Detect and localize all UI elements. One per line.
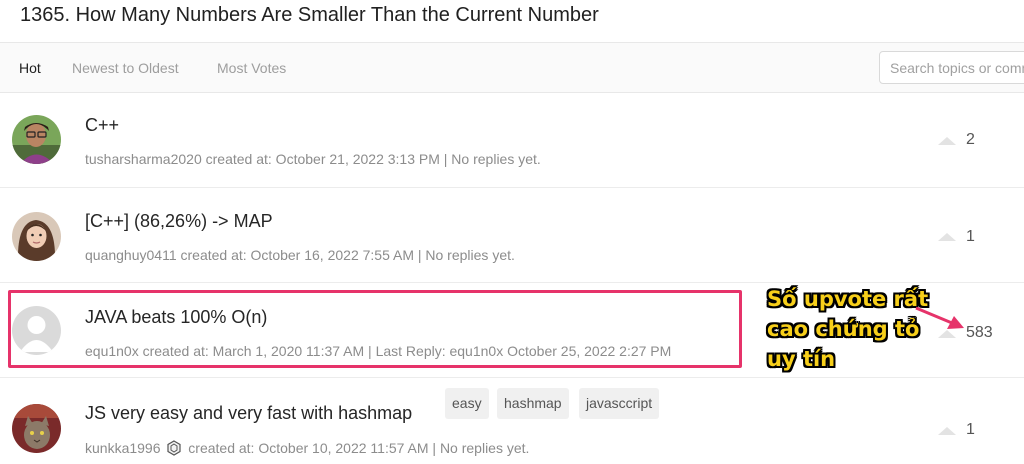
topic-row: C++ tusharsharma2020 created at: October… — [0, 93, 1024, 188]
author-link[interactable]: quanghuy0411 — [85, 247, 177, 263]
topic-title[interactable]: JS very easy and very fast with hashmap — [85, 403, 412, 424]
topic-meta: quanghuy0411 created at: October 16, 202… — [85, 247, 515, 263]
author-link[interactable]: tusharsharma2020 — [85, 151, 202, 167]
tab-newest-to-oldest[interactable]: Newest to Oldest — [72, 60, 179, 76]
topic-title[interactable]: JAVA beats 100% O(n) — [85, 307, 267, 328]
author-link[interactable]: equ1n0x — [85, 343, 139, 359]
topic-title[interactable]: [C++] (86,26%) -> MAP — [85, 211, 273, 232]
vote-count: 2 — [966, 131, 975, 148]
avatar[interactable] — [12, 404, 61, 453]
topic-meta: tusharsharma2020 created at: October 21,… — [85, 151, 541, 167]
vote-count: 583 — [966, 324, 993, 341]
topic-row: JS very easy and very fast with hashmap … — [0, 378, 1024, 464]
tab-most-votes[interactable]: Most Votes — [217, 60, 286, 76]
avatar[interactable] — [12, 306, 61, 355]
avatar[interactable] — [12, 212, 61, 261]
topic-title[interactable]: C++ — [85, 115, 119, 136]
upvote-icon[interactable] — [938, 137, 956, 145]
tag-easy[interactable]: easy — [445, 388, 489, 419]
topic-row: [C++] (86,26%) -> MAP quanghuy0411 creat… — [0, 188, 1024, 283]
topic-meta: equ1n0x created at: March 1, 2020 11:37 … — [85, 343, 671, 359]
topic-meta-text: created at: October 10, 2022 11:57 AM | … — [188, 440, 530, 456]
topic-meta-text: created at: October 16, 2022 7:55 AM | N… — [180, 247, 515, 263]
topic-meta-text: created at: March 1, 2020 11:37 AM | Las… — [142, 343, 672, 359]
upvote-icon[interactable] — [938, 233, 956, 241]
tab-hot[interactable]: Hot — [19, 60, 41, 76]
tag-hashmap[interactable]: hashmap — [497, 388, 569, 419]
upvote-icon[interactable] — [938, 427, 956, 435]
search-input[interactable] — [879, 51, 1024, 84]
author-link[interactable]: kunkka1996 — [85, 440, 161, 456]
discussion-toolbar: Hot Newest to Oldest Most Votes — [0, 42, 1024, 93]
vote-count: 1 — [966, 421, 975, 438]
annotation-line: uy tín — [767, 347, 836, 371]
avatar[interactable] — [12, 115, 61, 164]
topic-meta-text: created at: October 21, 2022 3:13 PM | N… — [205, 151, 541, 167]
page-title: 1365. How Many Numbers Are Smaller Than … — [20, 4, 599, 26]
tag-javasccript[interactable]: javasccript — [579, 388, 660, 419]
arrow-icon — [915, 306, 964, 329]
topic-meta: kunkka1996 created at: October 10, 2022 … — [85, 440, 529, 456]
vote-count: 1 — [966, 228, 975, 245]
badge-icon — [167, 440, 182, 456]
